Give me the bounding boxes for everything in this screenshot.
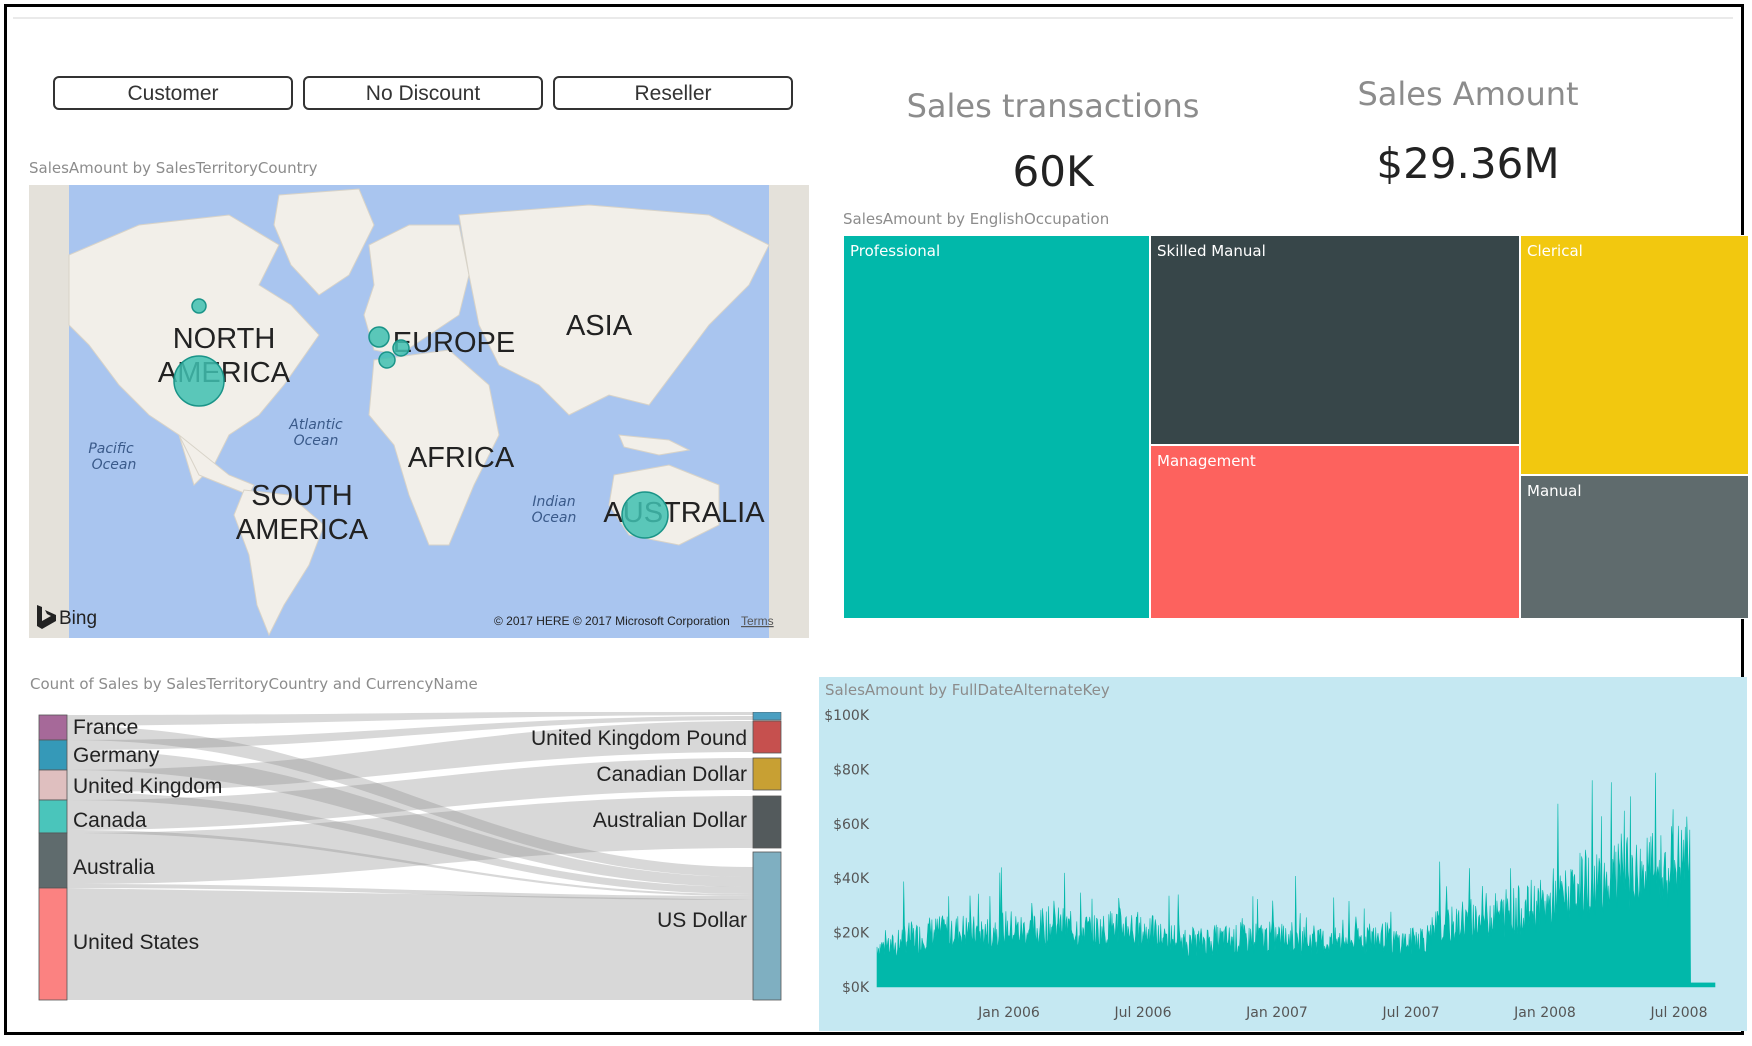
treemap-tile-professional[interactable]: Professional <box>843 235 1150 619</box>
map-left-margin <box>29 185 69 638</box>
bing-label: Bing <box>59 608 97 629</box>
south-america-label-1: SOUTH <box>251 480 353 512</box>
indian-label-1: Indian <box>532 494 575 510</box>
map-title: SalesAmount by SalesTerritoryCountry <box>29 159 318 177</box>
europe-label: EUROPE <box>393 327 515 359</box>
node-united-kingdom[interactable] <box>38 769 68 801</box>
x-tick-label: Jul 2007 <box>1382 1005 1440 1021</box>
y-tick-label: $100K <box>824 708 870 724</box>
asia-label: ASIA <box>566 310 633 342</box>
x-tick-label: Jul 2008 <box>1650 1005 1708 1021</box>
label-united-states: United States <box>73 931 199 954</box>
bubble-united-states[interactable] <box>173 355 225 407</box>
line-chart-visual[interactable]: SalesAmount by FullDateAlternateKey $100… <box>819 677 1747 1031</box>
label-australia: Australia <box>73 856 155 879</box>
sales-transactions-label: Sales transactions <box>906 87 1200 125</box>
sales-amount-value: $29.36M <box>1376 139 1560 188</box>
label-us-dollar: US Dollar <box>657 909 747 932</box>
y-axis: $100K $80K $60K $40K $20K $0K <box>824 708 870 996</box>
sankey-links <box>67 711 753 1000</box>
x-tick-label: Jan 2007 <box>1245 1005 1308 1021</box>
bubble-canada[interactable] <box>191 298 207 314</box>
node-australia[interactable] <box>38 832 68 889</box>
treemap-tile-skilled-manual[interactable]: Skilled Manual <box>1150 235 1520 445</box>
node-canada[interactable] <box>38 799 68 834</box>
node-us-dollar[interactable] <box>752 851 782 1001</box>
atlantic-label-2: Ocean <box>294 433 339 449</box>
sankey-visual[interactable]: France Germany United Kingdom Canada Aus… <box>37 711 797 1007</box>
reseller-button[interactable]: Reseller <box>553 76 793 110</box>
map-terms-link[interactable]: Terms <box>741 614 774 628</box>
node-uk-pound[interactable] <box>752 720 782 754</box>
sales-transactions-value: 60K <box>1012 147 1094 196</box>
line-chart-title: SalesAmount by FullDateAlternateKey <box>825 681 1110 699</box>
map-copyright: © 2017 HERE © 2017 Microsoft Corporation <box>494 614 730 628</box>
treemap-tile-clerical[interactable]: Clerical <box>1520 235 1749 475</box>
customer-button[interactable]: Customer <box>53 76 293 110</box>
pacific-label-2: Ocean <box>92 457 137 473</box>
node-germany[interactable] <box>38 739 68 771</box>
pacific-label-1: Pacific <box>88 441 134 457</box>
treemap-label-management: Management <box>1157 452 1256 470</box>
bubble-france[interactable] <box>378 351 396 369</box>
sales-area-series[interactable] <box>876 772 1716 988</box>
treemap-label-skilled-manual: Skilled Manual <box>1157 242 1266 260</box>
treemap-visual[interactable]: Professional Skilled Manual Management C… <box>843 235 1749 619</box>
treemap-label-clerical: Clerical <box>1527 242 1583 260</box>
dashboard-frame: Customer No Discount Reseller Sales tran… <box>4 4 1749 1035</box>
label-canada: Canada <box>73 809 147 832</box>
x-tick-label: Jul 2006 <box>1114 1005 1172 1021</box>
x-tick-label: Jan 2006 <box>977 1005 1040 1021</box>
map-visual[interactable]: NORTH AMERICA EUROPE ASIA AFRICA SOUTH A… <box>29 185 809 638</box>
node-united-states[interactable] <box>38 887 68 1001</box>
treemap-tile-manual[interactable]: Manual <box>1520 475 1749 619</box>
y-tick-label: $60K <box>833 817 870 833</box>
y-tick-label: $0K <box>842 980 870 996</box>
treemap-title: SalesAmount by EnglishOccupation <box>843 210 1110 228</box>
treemap-label-professional: Professional <box>850 242 941 260</box>
label-france: France <box>73 716 138 739</box>
node-other-currency[interactable] <box>752 711 782 721</box>
y-tick-label: $40K <box>833 871 870 887</box>
sankey-source-nodes[interactable] <box>38 714 68 1001</box>
atlantic-label-1: Atlantic <box>288 417 343 433</box>
node-canadian-dollar[interactable] <box>752 757 782 791</box>
label-united-kingdom: United Kingdom <box>73 775 222 798</box>
sankey-target-nodes[interactable] <box>752 711 782 1001</box>
sales-amount-label: Sales Amount <box>1357 75 1579 113</box>
label-uk-pound: United Kingdom Pound <box>531 727 747 750</box>
y-tick-label: $80K <box>833 762 870 778</box>
x-tick-label: Jan 2008 <box>1513 1005 1576 1021</box>
node-australian-dollar[interactable] <box>752 795 782 849</box>
sales-area-chart[interactable]: $100K $80K $60K $40K $20K $0K Jan 2006 Jul 200… <box>819 677 1747 1031</box>
label-australian-dollar: Australian Dollar <box>593 809 747 832</box>
bubble-australia[interactable] <box>621 491 669 539</box>
map-right-margin <box>769 185 809 638</box>
sankey-chart[interactable]: France Germany United Kingdom Canada Aus… <box>37 711 797 1007</box>
north-america-label-1: NORTH <box>173 323 276 355</box>
indian-label-2: Ocean <box>532 510 577 526</box>
label-canadian-dollar: Canadian Dollar <box>596 763 747 786</box>
bubble-germany[interactable] <box>392 339 410 357</box>
treemap-label-manual: Manual <box>1527 482 1582 500</box>
africa-label: AFRICA <box>408 442 515 474</box>
label-germany: Germany <box>73 744 160 767</box>
node-france[interactable] <box>38 714 68 741</box>
bubble-united-kingdom[interactable] <box>368 326 390 348</box>
y-tick-label: $20K <box>833 926 870 942</box>
south-america-label-2: AMERICA <box>236 514 369 546</box>
x-axis: Jan 2006 Jul 2006 Jan 2007 Jul 2007 Jan 2008… <box>977 1005 1707 1021</box>
treemap-tile-management[interactable]: Management <box>1150 445 1520 619</box>
world-map[interactable]: NORTH AMERICA EUROPE ASIA AFRICA SOUTH A… <box>29 185 809 638</box>
sankey-title: Count of Sales by SalesTerritoryCountry … <box>30 675 478 693</box>
no-discount-button[interactable]: No Discount <box>303 76 543 110</box>
